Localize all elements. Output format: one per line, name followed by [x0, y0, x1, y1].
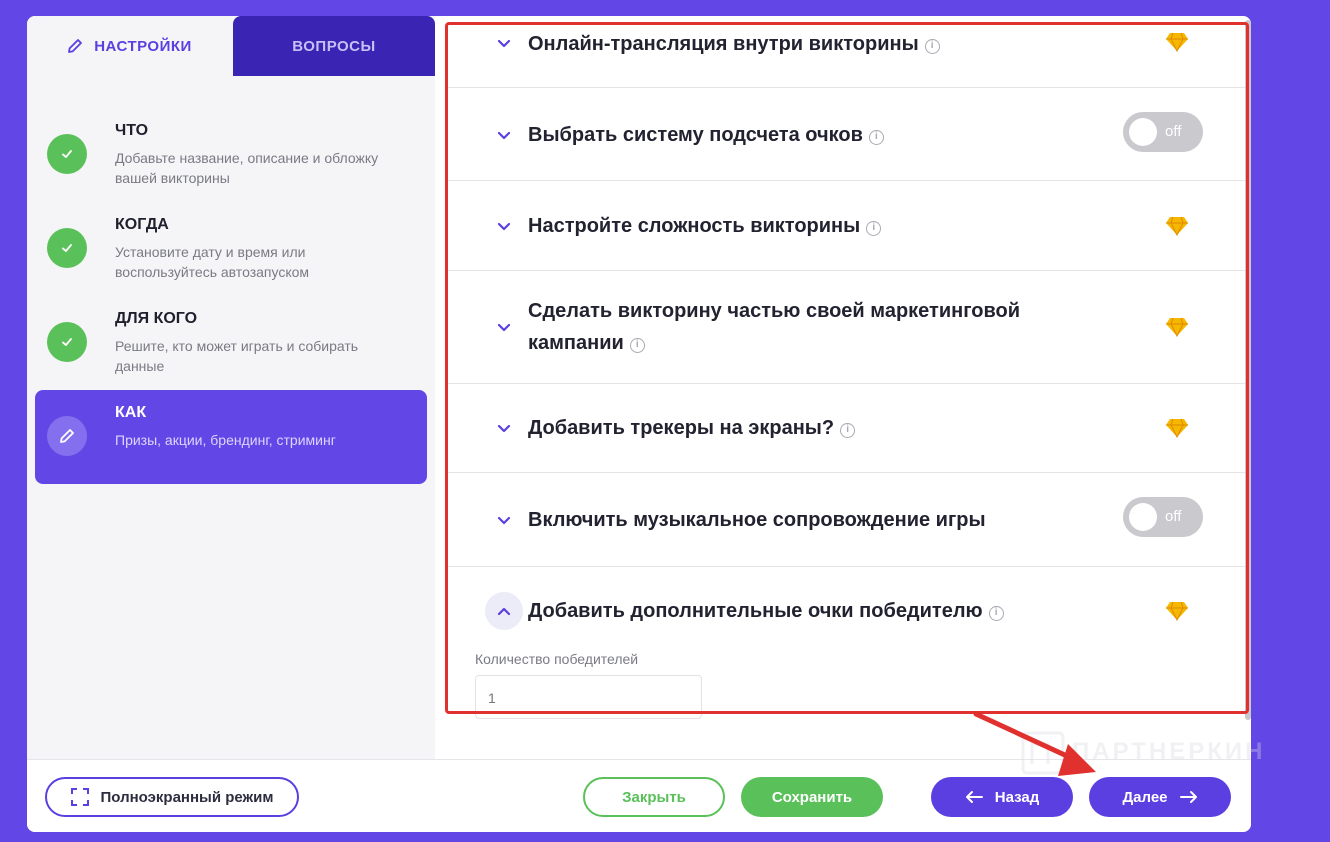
setting-row-music[interactable]: Включить музыкальное сопровождение игры …	[445, 473, 1245, 567]
check-icon	[47, 322, 87, 362]
premium-gem-icon	[1166, 32, 1188, 52]
fullscreen-label: Полноэкранный режим	[100, 788, 274, 806]
save-label: Сохранить	[771, 788, 853, 806]
setting-label-text: Включить музыкальное сопровождение игры	[528, 509, 986, 531]
setting-label: Сделать викторину частью своей маркетинг…	[528, 295, 1088, 359]
winners-count-label: Количество победителей	[475, 651, 639, 667]
setting-row-trackers[interactable]: Добавить трекеры на экраны? i	[445, 384, 1245, 473]
arrow-left-icon	[965, 790, 983, 804]
pencil-icon	[47, 416, 87, 456]
step-what[interactable]: ЧТО Добавьте название, описание и обложк…	[35, 108, 427, 202]
premium-gem-icon	[1166, 418, 1188, 438]
tabs: НАСТРОЙКИ ВОПРОСЫ	[27, 16, 435, 76]
toggle-knob	[1129, 118, 1157, 146]
check-icon	[47, 228, 87, 268]
setting-label-text: Выбрать систему подсчета очков	[528, 124, 863, 146]
toggle-state: off	[1165, 508, 1182, 525]
close-button[interactable]: Закрыть	[583, 777, 725, 817]
setting-label-text: Добавить трекеры на экраны?	[528, 417, 835, 439]
tab-settings-label: НАСТРОЙКИ	[94, 37, 192, 55]
step-description: Добавьте название, описание и обложку ва…	[115, 150, 379, 186]
step-for-whom[interactable]: ДЛЯ КОГО Решите, кто может играть и соби…	[35, 296, 427, 390]
chevron-down-icon[interactable]	[493, 215, 515, 237]
setting-label-text: Онлайн-трансляция внутри викторины	[528, 33, 919, 55]
chevron-down-icon[interactable]	[493, 316, 515, 338]
premium-gem-icon	[1166, 216, 1188, 236]
step-description: Решите, кто может играть и собирать данн…	[115, 338, 359, 374]
setting-row-difficulty[interactable]: Настройте сложность викторины i	[445, 181, 1245, 271]
setting-label-text: Сделать викторину частью своей маркетинг…	[528, 300, 1021, 354]
chevron-down-icon[interactable]	[493, 124, 515, 146]
premium-gem-icon	[1166, 317, 1188, 337]
step-description: Призы, акции, брендинг, стриминг	[115, 432, 336, 448]
tab-questions[interactable]: ВОПРОСЫ	[233, 16, 435, 76]
back-label: Назад	[994, 788, 1040, 806]
steps-list: ЧТО Добавьте название, описание и обложк…	[35, 108, 427, 484]
music-toggle[interactable]: off	[1123, 497, 1203, 537]
setting-label: Онлайн-трансляция внутри викторины i	[528, 28, 1088, 60]
watermark-logo-icon	[1021, 731, 1065, 775]
winners-count-input[interactable]: 1	[475, 675, 702, 719]
fullscreen-icon	[70, 788, 89, 806]
toggle-knob	[1129, 503, 1157, 531]
setting-row-streaming[interactable]: Онлайн-трансляция внутри викторины i	[445, 16, 1245, 88]
setting-label-text: Добавить дополнительные очки победителю	[528, 600, 983, 622]
info-icon[interactable]: i	[868, 130, 884, 145]
back-button[interactable]: Назад	[931, 777, 1073, 817]
watermark-text: ПАРТНЕРКИН	[1072, 738, 1266, 765]
step-when[interactable]: КОГДА Установите дату и время или воспол…	[35, 202, 427, 296]
fullscreen-button[interactable]: Полноэкранный режим	[45, 777, 299, 817]
setting-label-text: Настройте сложность викторины	[528, 215, 861, 237]
setting-label: Добавить трекеры на экраны? i	[528, 412, 1088, 444]
step-title: ДЛЯ КОГО	[115, 310, 198, 327]
chevron-down-icon[interactable]	[493, 509, 515, 531]
info-icon[interactable]: i	[866, 221, 882, 236]
watermark: ПАРТНЕРКИН	[1016, 728, 1286, 778]
setting-label: Настройте сложность викторины i	[528, 210, 1088, 242]
quiz-settings-modal: НАСТРОЙКИ ВОПРОСЫ ЧТО Добавьте название,…	[27, 16, 1251, 832]
setting-label: Выбрать систему подсчета очков i	[528, 119, 1088, 151]
setting-row-marketing[interactable]: Сделать викторину частью своей маркетинг…	[445, 271, 1245, 384]
arrow-right-icon	[1179, 790, 1198, 804]
check-icon	[47, 134, 87, 174]
info-icon[interactable]: i	[840, 423, 856, 438]
pencil-icon	[66, 37, 84, 55]
info-icon[interactable]: i	[924, 39, 940, 54]
next-button[interactable]: Далее	[1089, 777, 1231, 817]
tab-settings[interactable]: НАСТРОЙКИ	[27, 16, 231, 76]
scrollbar[interactable]	[1245, 20, 1251, 720]
save-button[interactable]: Сохранить	[741, 777, 883, 817]
scoring-toggle[interactable]: off	[1123, 112, 1203, 152]
step-title: КАК	[115, 404, 147, 421]
premium-gem-icon	[1166, 601, 1188, 621]
info-icon[interactable]: i	[629, 338, 645, 353]
setting-label: Добавить дополнительные очки победителю i	[528, 595, 1088, 627]
setting-label: Включить музыкальное сопровождение игры	[528, 504, 1088, 536]
setting-row-scoring[interactable]: Выбрать систему подсчета очков i off	[445, 88, 1245, 181]
step-title: ЧТО	[115, 122, 149, 139]
info-icon[interactable]: i	[988, 606, 1004, 621]
step-description: Установите дату и время или воспользуйте…	[115, 244, 310, 280]
chevron-up-icon[interactable]	[485, 592, 523, 630]
next-label: Далее	[1122, 788, 1168, 806]
step-title: КОГДА	[115, 216, 169, 233]
tab-questions-label: ВОПРОСЫ	[292, 37, 376, 55]
chevron-down-icon[interactable]	[493, 32, 515, 54]
toggle-state: off	[1165, 123, 1182, 140]
chevron-down-icon[interactable]	[493, 417, 515, 439]
left-panel: НАСТРОЙКИ ВОПРОСЫ ЧТО Добавьте название,…	[27, 16, 435, 759]
close-label: Закрыть	[622, 788, 686, 806]
step-how[interactable]: КАК Призы, акции, брендинг, стриминг	[35, 390, 427, 484]
settings-panel: Онлайн-трансляция внутри викторины i Выбр…	[435, 16, 1251, 759]
